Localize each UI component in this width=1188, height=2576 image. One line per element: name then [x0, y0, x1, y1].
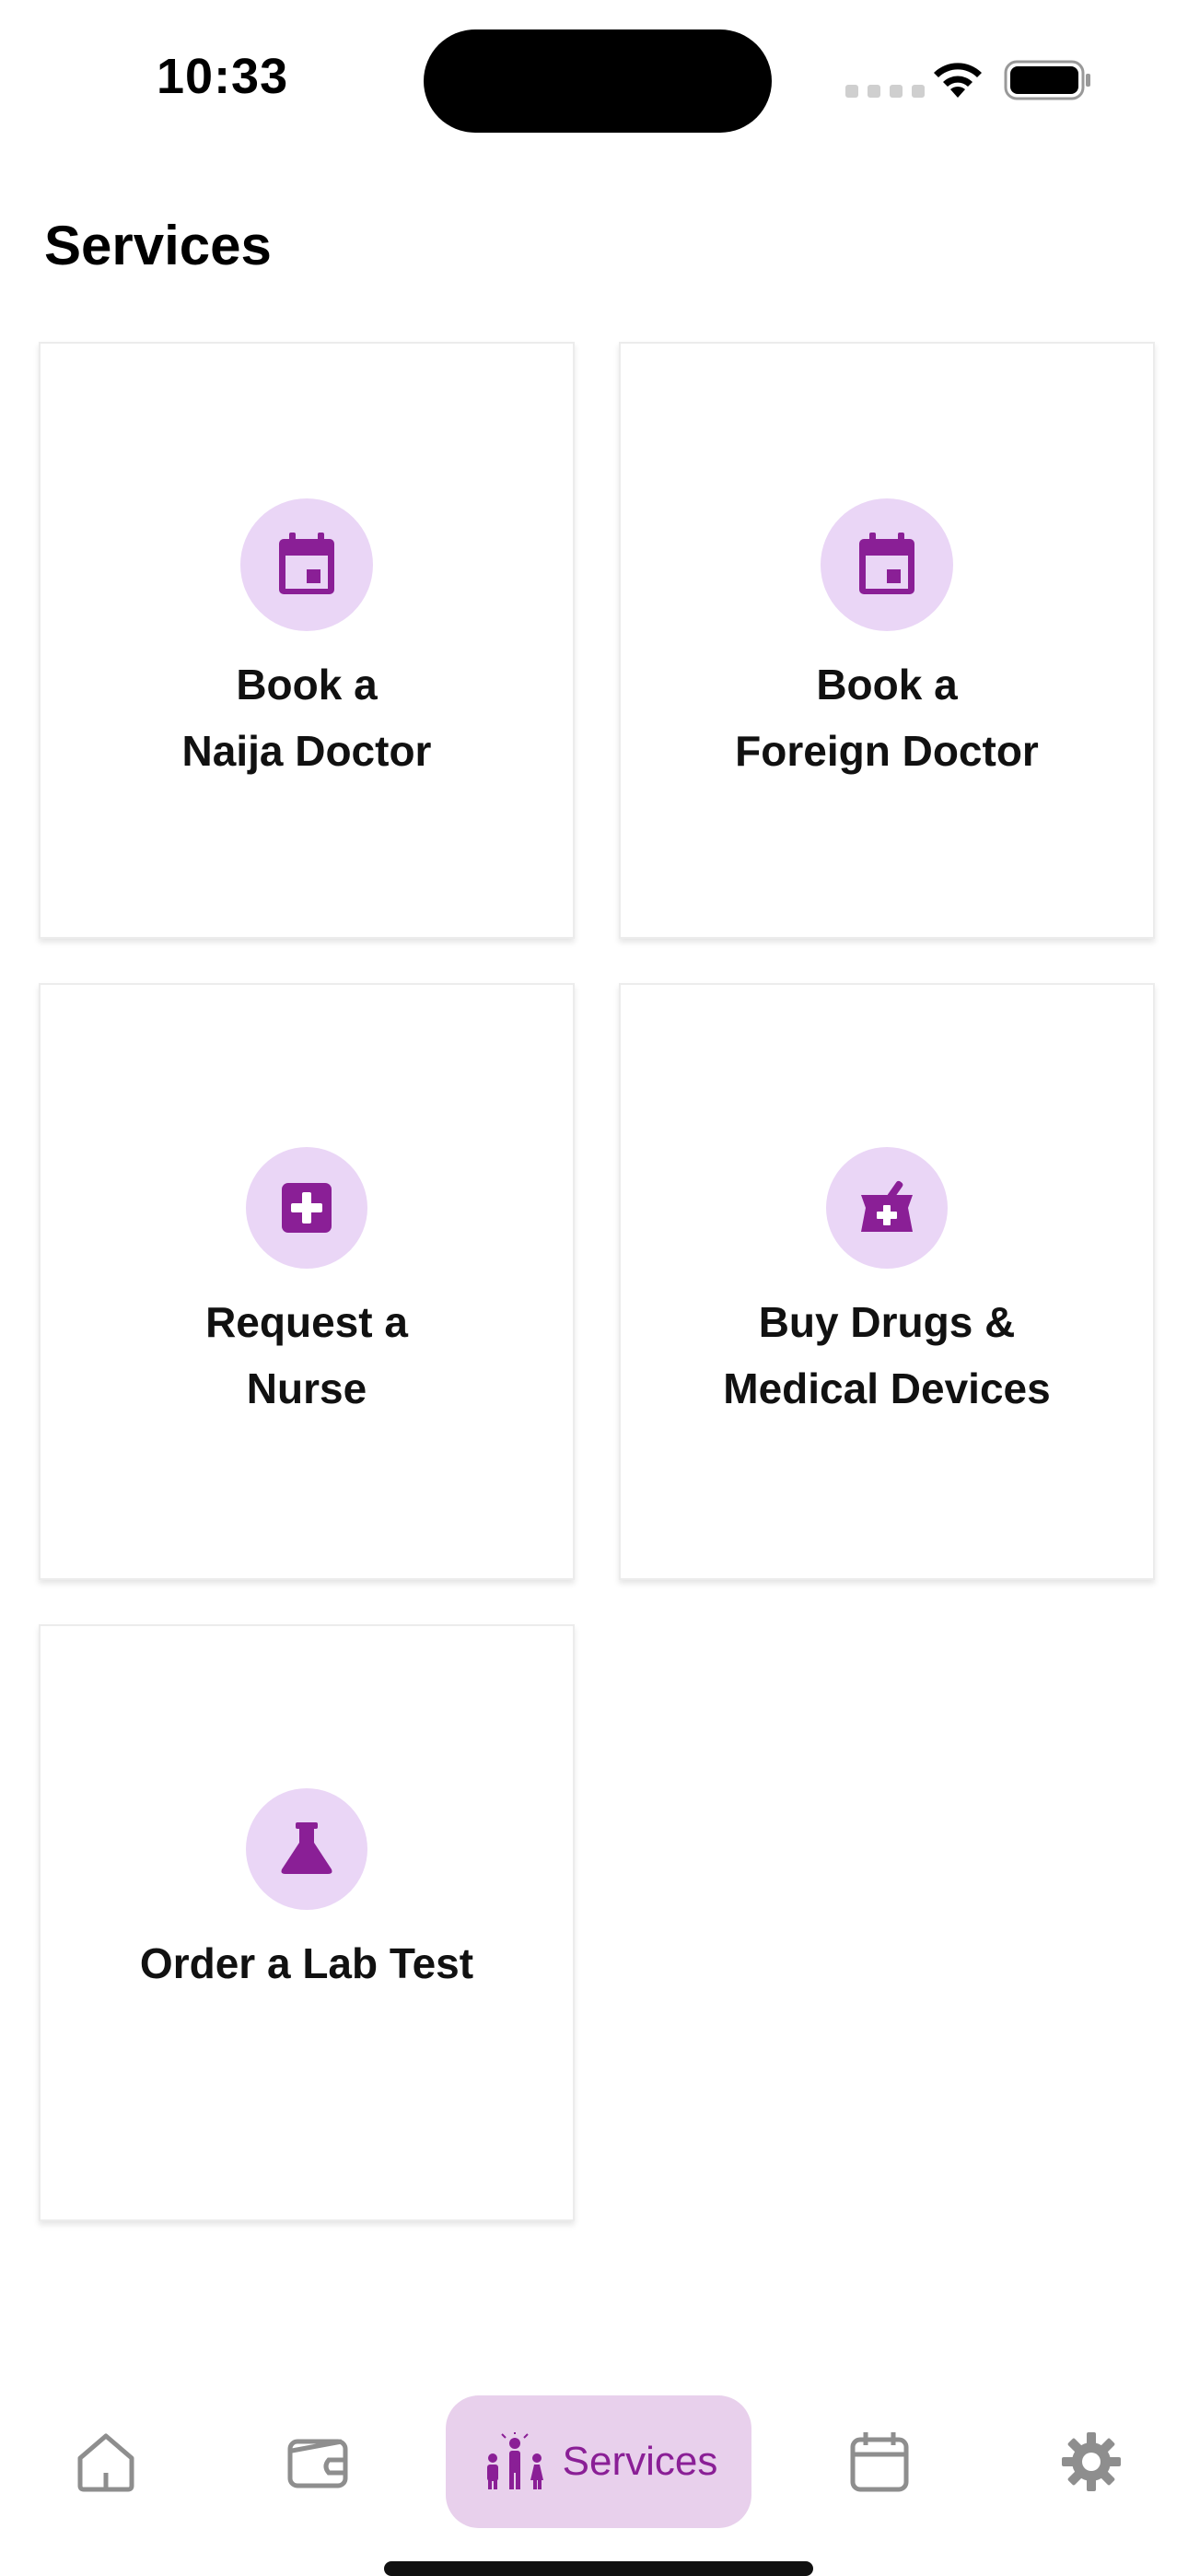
card-label-line1: Request a	[205, 1298, 408, 1346]
nav-calendar[interactable]	[820, 2395, 939, 2528]
calendar-icon	[240, 498, 373, 631]
battery-icon	[1004, 60, 1090, 100]
nav-services[interactable]: Services	[446, 2395, 751, 2528]
buy-drugs-card[interactable]: Buy Drugs & Medical Devices	[619, 983, 1155, 1580]
home-icon	[77, 2433, 134, 2492]
wifi-icon	[934, 63, 982, 98]
cellular-signal-icon	[845, 85, 925, 98]
page-title: Services	[44, 215, 272, 276]
card-label-line1: Order a Lab Test	[139, 1939, 474, 1987]
card-label-line2: Nurse	[246, 1364, 367, 1412]
people-icon	[486, 2432, 543, 2489]
calendar-icon	[821, 498, 953, 631]
status-time: 10:33	[157, 49, 289, 104]
dynamic-island	[424, 29, 772, 133]
nav-services-label: Services	[562, 2439, 718, 2484]
card-label: Request a Nurse	[41, 1289, 573, 1422]
card-label-line1: Buy Drugs &	[758, 1298, 1016, 1346]
card-label-line1: Book a	[816, 661, 958, 708]
card-label: Book a Foreign Doctor	[621, 651, 1153, 784]
card-label: Book a Naija Doctor	[41, 651, 573, 784]
book-foreign-doctor-card[interactable]: Book a Foreign Doctor	[619, 342, 1155, 939]
medical-cross-icon	[246, 1147, 367, 1269]
nav-settings[interactable]	[1031, 2395, 1151, 2528]
nav-home[interactable]	[46, 2395, 166, 2528]
card-label-line2: Foreign Doctor	[735, 727, 1039, 775]
calendar-icon	[850, 2432, 909, 2492]
card-label: Buy Drugs & Medical Devices	[621, 1289, 1153, 1422]
card-label-line1: Book a	[236, 661, 378, 708]
wallet-icon	[287, 2439, 348, 2488]
pharmacy-mortar-icon	[826, 1147, 948, 1269]
card-label-line2: Medical Devices	[723, 1364, 1051, 1412]
order-lab-test-card[interactable]: Order a Lab Test	[39, 1624, 575, 2221]
home-indicator[interactable]	[384, 2561, 813, 2576]
flask-icon	[246, 1788, 367, 1910]
request-nurse-card[interactable]: Request a Nurse	[39, 983, 575, 1580]
card-label-line2: Naija Doctor	[181, 727, 432, 775]
card-label: Order a Lab Test	[41, 1930, 573, 1996]
nav-wallet[interactable]	[258, 2395, 378, 2528]
gear-icon	[1062, 2432, 1121, 2491]
book-naija-doctor-card[interactable]: Book a Naija Doctor	[39, 342, 575, 939]
